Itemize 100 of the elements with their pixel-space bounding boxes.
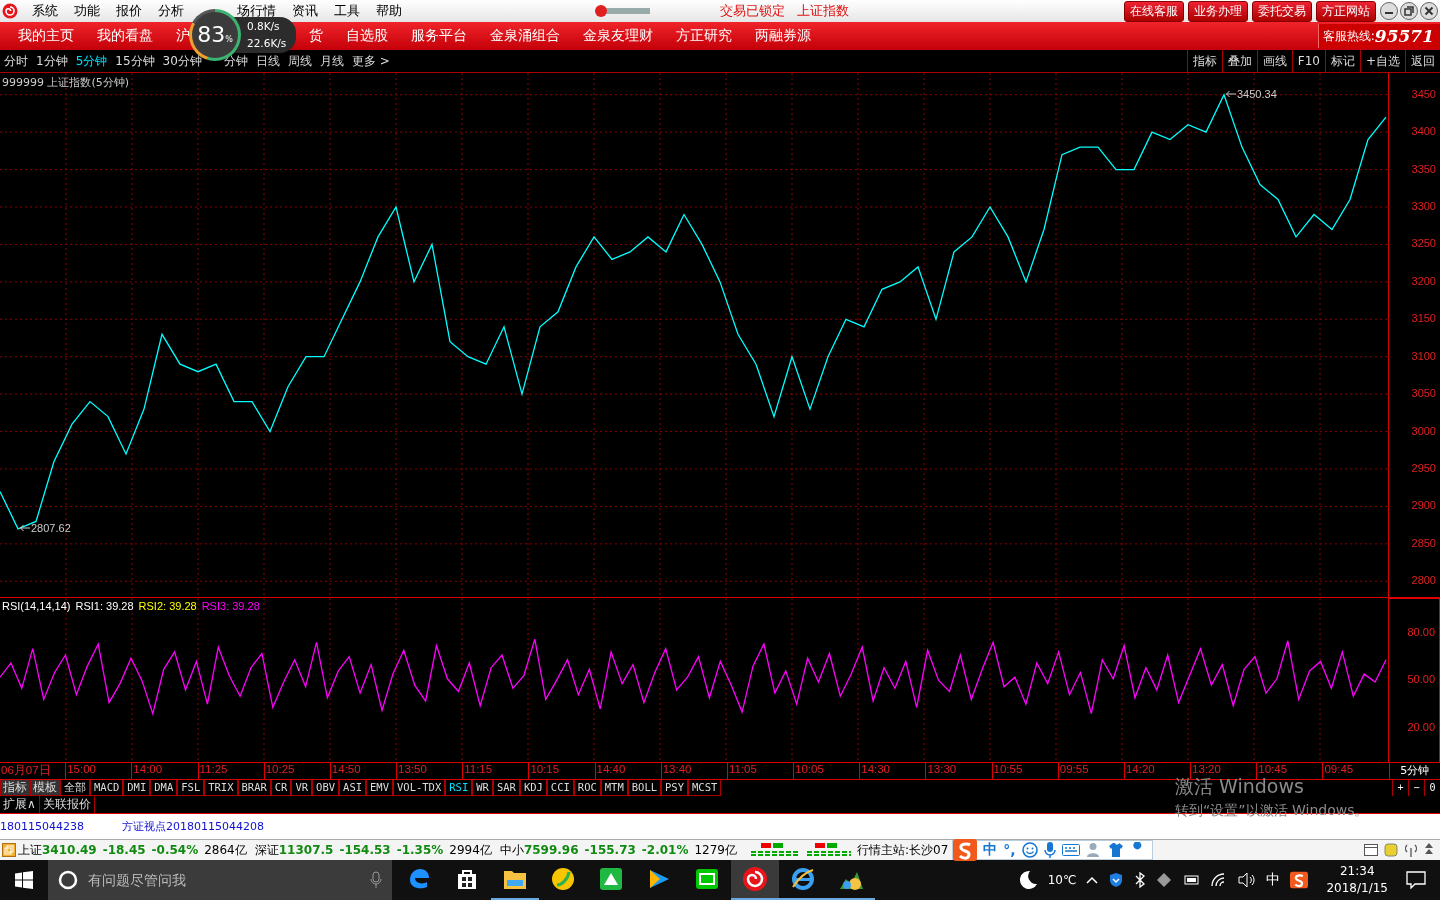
nav-item[interactable]: 金泉涌组合 xyxy=(490,27,560,45)
indicator-tab[interactable]: OBV xyxy=(312,780,340,796)
start-button[interactable] xyxy=(15,871,33,889)
menu-item[interactable]: 分析 xyxy=(150,2,192,20)
music-icon[interactable] xyxy=(551,867,575,891)
indicator-tab[interactable]: MTM xyxy=(600,780,628,796)
period-tab[interactable]: 更多 > xyxy=(347,52,394,70)
coin-icon[interactable] xyxy=(1384,843,1398,857)
tool-button[interactable]: F10 xyxy=(1291,50,1325,72)
toolbar-button[interactable]: 在线客服 xyxy=(1124,0,1184,22)
indicator-tab[interactable]: MCST xyxy=(688,780,722,796)
zoom-button[interactable]: − xyxy=(1408,780,1424,796)
tool-button[interactable]: 返回 xyxy=(1405,50,1440,72)
tool-button[interactable]: 指标 xyxy=(1186,50,1222,72)
period-tab[interactable]: 月线 xyxy=(315,52,348,70)
folder-icon[interactable] xyxy=(503,868,527,890)
keyboard-icon[interactable] xyxy=(1061,844,1080,856)
toolbar-button[interactable]: 方正网站 xyxy=(1316,0,1376,22)
indicator-tab[interactable]: VR xyxy=(291,780,313,796)
panel-button[interactable]: 模板 xyxy=(30,780,60,796)
indicator-tab[interactable]: DMI xyxy=(123,780,151,796)
zoom-button[interactable]: + xyxy=(1392,780,1408,796)
ime-mode[interactable]: 中 xyxy=(983,841,998,859)
indicator-tab[interactable]: 全部 xyxy=(60,780,90,796)
tool-button[interactable]: +自选 xyxy=(1359,50,1405,72)
app-icon[interactable] xyxy=(599,867,623,891)
ime-logo-icon[interactable] xyxy=(1290,871,1309,889)
clock-time[interactable]: 21:34 xyxy=(1326,863,1388,880)
volume-icon[interactable] xyxy=(1238,872,1257,888)
panel-button[interactable]: 指标 xyxy=(0,780,30,796)
indicator-tab[interactable]: WR xyxy=(472,780,493,796)
indicator-tab[interactable]: BRAR xyxy=(237,780,271,796)
browser-icon[interactable] xyxy=(791,867,815,891)
browser-icon[interactable] xyxy=(407,867,431,891)
nav-item[interactable]: 方正研究 xyxy=(676,27,732,45)
indicator-tab[interactable]: DMA xyxy=(150,780,178,796)
indicator-tab[interactable]: BOLL xyxy=(627,780,662,796)
minimize-button[interactable] xyxy=(1380,2,1398,20)
notification-icon[interactable] xyxy=(1406,871,1426,889)
indicator-tab[interactable]: FSL xyxy=(177,780,205,796)
indicator-tab[interactable]: KDJ xyxy=(519,780,547,796)
indicator-tab[interactable]: VOL-TDX xyxy=(393,780,446,796)
chevron-up-icon[interactable] xyxy=(1086,876,1099,884)
nav-item[interactable]: 我的看盘 xyxy=(97,27,153,45)
smiley-icon[interactable] xyxy=(1021,842,1038,858)
news-link[interactable]: 方证视点20180115044208 xyxy=(122,819,264,834)
microphone-icon[interactable] xyxy=(1043,842,1056,858)
nav-item[interactable]: 我的主页 xyxy=(18,27,74,45)
bluetooth-icon[interactable] xyxy=(1134,872,1147,888)
layout-icon[interactable] xyxy=(1364,843,1378,857)
indicator-tab[interactable]: EMV xyxy=(366,780,393,796)
microphone-icon[interactable] xyxy=(370,871,382,889)
indicator-tab[interactable]: PSY xyxy=(661,780,688,796)
nav-item[interactable]: 两融券源 xyxy=(755,27,811,45)
nav-item[interactable]: 金泉友理财 xyxy=(583,27,653,45)
period-tab[interactable]: 1分钟 xyxy=(32,52,72,70)
play-icon[interactable] xyxy=(647,867,671,891)
period-tab[interactable]: 5分钟 xyxy=(71,52,112,70)
indicator-tab[interactable]: CCI xyxy=(546,780,574,796)
moon-icon[interactable] xyxy=(1017,870,1038,890)
pin-icon[interactable] xyxy=(1424,843,1434,857)
logo-icon[interactable] xyxy=(2,3,18,19)
store-icon[interactable] xyxy=(455,867,479,891)
indicator-tab[interactable]: SAR xyxy=(492,780,520,796)
clock-date[interactable]: 2018/1/15 xyxy=(1326,880,1388,897)
menu-item[interactable]: 帮助 xyxy=(368,2,410,20)
battery-icon[interactable] xyxy=(1182,874,1201,886)
indicator-tab[interactable]: RSI xyxy=(445,780,473,796)
tv-icon[interactable] xyxy=(695,868,719,890)
indicator-tab[interactable]: MACD xyxy=(90,780,124,796)
news-link[interactable]: 180115044238 xyxy=(0,820,84,833)
shirt-icon[interactable] xyxy=(1107,842,1124,858)
menu-item[interactable]: 工具 xyxy=(326,2,368,20)
period-tab[interactable]: 15分钟 xyxy=(111,52,159,70)
window-icon[interactable] xyxy=(2,843,16,857)
toolbar-button[interactable]: 业务办理 xyxy=(1188,0,1248,22)
tool-button[interactable]: 画线 xyxy=(1256,50,1292,72)
restore-button[interactable] xyxy=(1400,2,1418,20)
punctuation-toggle[interactable]: °, xyxy=(1003,842,1016,858)
indicator-tab[interactable]: TRIX xyxy=(204,780,238,796)
nav-item[interactable]: 服务平台 xyxy=(411,27,467,45)
panel-tab[interactable]: 关联报价 xyxy=(39,796,95,813)
close-button[interactable] xyxy=(1420,2,1438,20)
shield-icon[interactable] xyxy=(1108,872,1125,888)
toolbar-button[interactable]: 委托交易 xyxy=(1252,0,1312,22)
search-bar[interactable]: 有问题尽管问我 xyxy=(48,860,392,900)
taskbar-button[interactable] xyxy=(731,860,779,900)
cortana-icon[interactable] xyxy=(58,870,78,890)
antenna-icon[interactable] xyxy=(1404,843,1418,857)
menu-item[interactable]: 报价 xyxy=(108,2,150,20)
tool-button[interactable]: 标记 xyxy=(1324,50,1360,72)
slider[interactable] xyxy=(596,5,650,17)
menu-item[interactable]: 功能 xyxy=(66,2,108,20)
panel-tab[interactable]: 扩展∧ xyxy=(0,796,40,813)
indicator-tab[interactable]: ROC xyxy=(573,780,601,796)
spiral-icon[interactable] xyxy=(742,866,768,892)
nav-item[interactable]: 货 xyxy=(309,27,323,45)
tool-button[interactable]: 叠加 xyxy=(1221,50,1257,72)
menu-item[interactable]: 系统 xyxy=(24,2,66,20)
diamond-icon[interactable] xyxy=(1156,872,1173,888)
